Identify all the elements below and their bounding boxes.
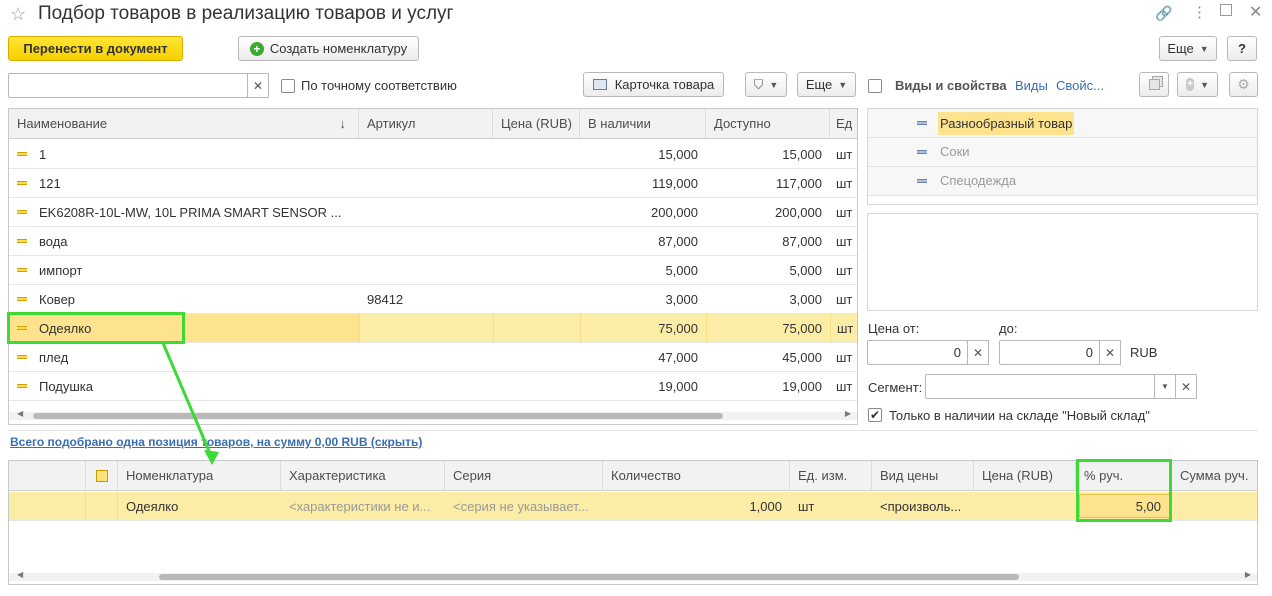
annotation-arrow bbox=[161, 342, 219, 465]
